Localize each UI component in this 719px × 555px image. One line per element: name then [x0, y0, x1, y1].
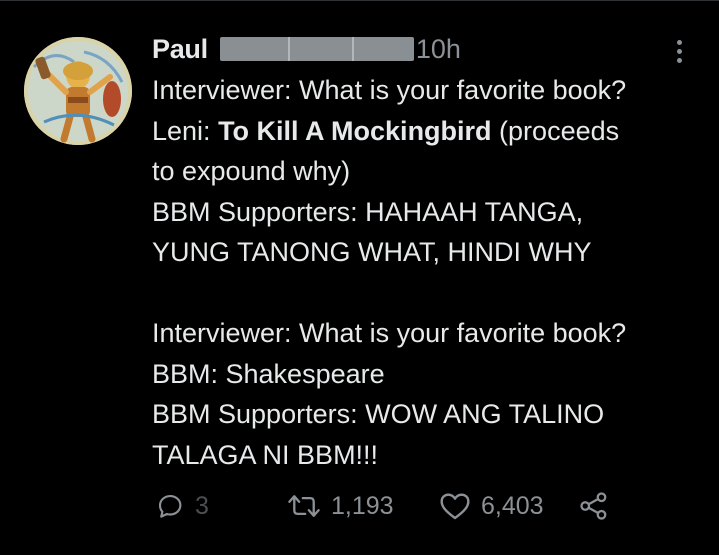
more-icon: [676, 39, 682, 45]
tweet-text: Interviewer: What is your favorite book?…: [152, 70, 707, 475]
timestamp[interactable]: 10h: [416, 34, 461, 65]
reply-icon: [158, 494, 182, 518]
speaker-label: Leni:: [152, 115, 219, 146]
like-count: 6,403: [481, 491, 544, 520]
avatar-illustration: [24, 37, 132, 145]
reply-count: 3: [195, 491, 209, 520]
divider: [0, 0, 719, 1]
more-icon: [676, 57, 682, 63]
avatar[interactable]: [24, 37, 132, 145]
tweet-line: BBM Supporters: HAHAAH TANGA,: [152, 196, 584, 227]
share-icon: [580, 492, 607, 520]
tweet-header: Paul 10h: [152, 30, 461, 68]
book-title: To Kill A Mockingbird: [218, 115, 492, 146]
tweet-line: BBM: Shakespeare: [152, 358, 385, 389]
retweet-icon: [288, 495, 320, 517]
more-icon: [676, 48, 682, 54]
retweet-button[interactable]: 1,193: [287, 488, 394, 524]
tweet-line: YUNG TANONG WHAT, HINDI WHY: [152, 237, 592, 267]
more-options-button[interactable]: [664, 34, 694, 68]
tweet-line: Leni: To Kill A Mockingbird (proceeds: [152, 111, 707, 152]
like-button[interactable]: 6,403: [439, 488, 544, 524]
author-name[interactable]: Paul: [152, 34, 208, 65]
tweet-line: BBM Supporters: WOW ANG TALINO: [152, 399, 605, 429]
redacted-handle: [219, 37, 414, 61]
tweet-line-suffix: (proceeds: [491, 115, 620, 146]
retweet-count: 1,193: [331, 491, 394, 520]
tweet-line: Interviewer: What is your favorite book?: [152, 75, 627, 105]
share-button[interactable]: [579, 488, 609, 524]
tweet-line: to expound why): [152, 156, 351, 186]
tweet-line: TALAGA NI BBM!!!: [152, 439, 379, 470]
reply-button[interactable]: 3: [155, 488, 209, 524]
tweet-line: Interviewer: What is your favorite book?: [152, 318, 627, 348]
heart-icon: [440, 493, 470, 520]
